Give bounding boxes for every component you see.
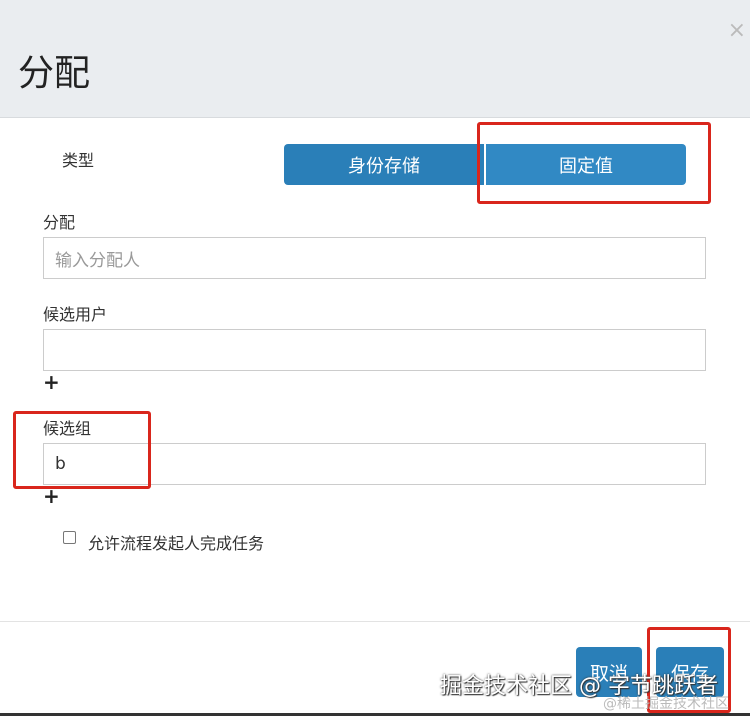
add-candidate-user-icon[interactable]: + [43, 370, 60, 394]
highlight-candidate-groups [13, 411, 151, 489]
watermark-sub: @稀土掘金技术社区 [603, 696, 729, 712]
dialog-header: 分配 × [0, 0, 750, 118]
highlight-fixed-value [477, 122, 711, 204]
close-icon[interactable]: × [728, 18, 746, 43]
dialog-title: 分配 [18, 53, 91, 94]
allow-initiator-label: 允许流程发起人完成任务 [88, 534, 265, 553]
candidate-users-input[interactable] [43, 329, 706, 371]
type-option-identity-store[interactable]: 身份存储 [284, 144, 484, 185]
footer-divider [0, 621, 750, 622]
assignee-input[interactable]: 输入分配人 [43, 237, 706, 279]
assignee-label: 分配 [43, 213, 76, 232]
allow-initiator-checkbox[interactable] [63, 531, 76, 544]
candidate-users-label: 候选用户 [43, 305, 108, 324]
type-label: 类型 [62, 151, 95, 170]
